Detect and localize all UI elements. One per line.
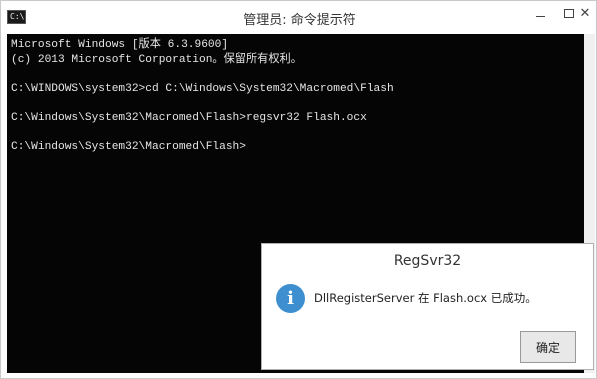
close-button[interactable]: ✕ bbox=[572, 1, 597, 25]
dialog-title: RegSvr32 bbox=[393, 253, 462, 269]
regsvr32-dialog: RegSvr32 i DllRegisterServer 在 Flash.ocx… bbox=[261, 243, 594, 370]
window-title: 管理员: 命令提示符 bbox=[243, 13, 356, 28]
console-line: C:\Windows\System32\Macromed\Flash> bbox=[11, 141, 246, 154]
dialog-message: DllRegisterServer 在 Flash.ocx 已成功。 bbox=[314, 291, 537, 305]
console-line: Microsoft Windows [版本 6.3.9600] bbox=[11, 39, 229, 51]
minimize-icon bbox=[535, 15, 545, 17]
console-text: Microsoft Windows [版本 6.3.9600] (c) 2013… bbox=[11, 38, 580, 155]
minimize-button[interactable] bbox=[525, 1, 555, 25]
title-bar[interactable]: C:\ 管理员: 命令提示符 ✕ bbox=[1, 1, 596, 34]
console-line: C:\WINDOWS\system32>cd C:\Windows\System… bbox=[11, 82, 394, 95]
info-icon: i bbox=[276, 284, 305, 313]
console-line: (c) 2013 Microsoft Corporation。保留所有权利。 bbox=[11, 53, 302, 66]
console-line: C:\Windows\System32\Macromed\Flash>regsv… bbox=[11, 111, 367, 124]
close-icon: ✕ bbox=[579, 5, 591, 21]
ok-button[interactable]: 确定 bbox=[520, 331, 576, 363]
